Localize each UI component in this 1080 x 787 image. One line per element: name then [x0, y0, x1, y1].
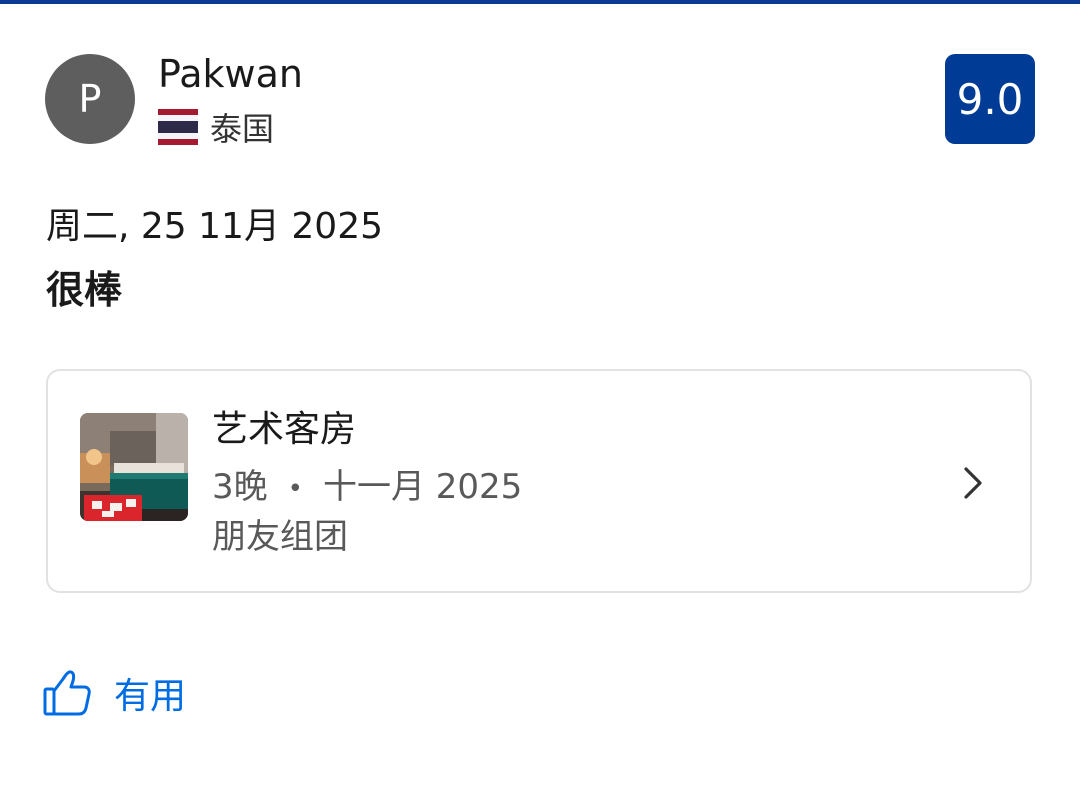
thumbs-up-icon	[43, 670, 91, 716]
review-page: P Pakwan 泰国 9.0 周二, 25 11月 2025 很棒 艺术客房 …	[0, 0, 1080, 787]
top-accent-bar	[0, 0, 1080, 4]
separator-dot: •	[287, 473, 303, 504]
nights-count: 3晚	[212, 467, 268, 507]
room-info-card[interactable]: 艺术客房 3晚 • 十一月 2025 朋友组团	[46, 369, 1032, 593]
review-date: 周二, 25 11月 2025	[46, 206, 384, 247]
helpful-button[interactable]: 有用	[42, 666, 186, 720]
stay-details: 3晚 • 十一月 2025	[212, 465, 522, 511]
thailand-flag-icon	[158, 107, 198, 147]
stay-month: 十一月 2025	[322, 467, 523, 507]
reviewer-name: Pakwan	[158, 52, 303, 96]
score-badge: 9.0	[945, 54, 1035, 144]
review-title: 很棒	[46, 268, 123, 312]
room-name: 艺术客房	[212, 409, 357, 450]
reviewer-country: 泰国	[158, 104, 274, 150]
country-name: 泰国	[210, 110, 275, 148]
avatar-initial: P	[78, 77, 102, 121]
room-thumbnail-image	[80, 413, 188, 521]
helpful-label: 有用	[114, 676, 187, 717]
chevron-right-icon	[964, 467, 982, 499]
traveler-type: 朋友组团	[212, 517, 348, 557]
avatar: P	[45, 54, 135, 144]
